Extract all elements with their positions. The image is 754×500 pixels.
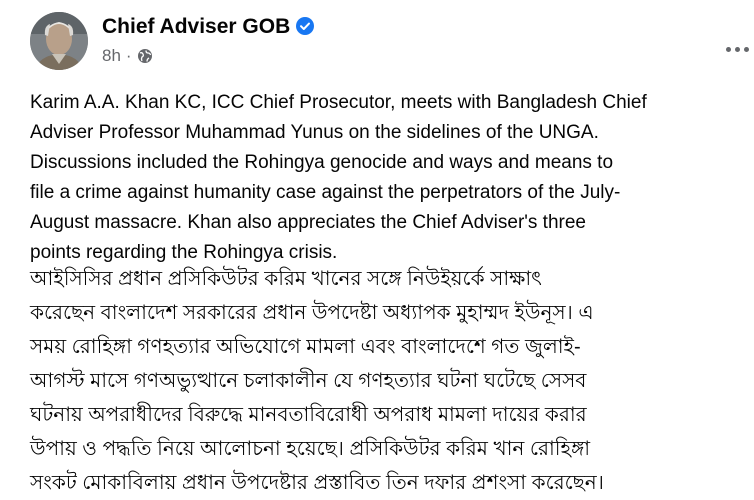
english-line: Discussions included the Rohingya genoci…: [30, 152, 614, 173]
bangla-line: সময় রোহিঙ্গা গণহত্যার অভিযোগে মামলা এবং…: [30, 336, 581, 358]
post-text-bangla: আইসিসির প্রধান প্রসিকিউটর করিম খানের সঙ্…: [30, 262, 746, 500]
facebook-post: Chief Adviser GOB 8h · Karim A.A. Khan KC…: [0, 0, 754, 499]
bangla-line: সংকট মোকাবিলায় প্রধান উপদেষ্টার প্রস্তা…: [30, 472, 604, 494]
post-meta: 8h ·: [102, 46, 153, 66]
bangla-line: উপায় ও পদ্ধতি নিয়ে আলোচনা হয়েছে। প্রস…: [30, 438, 591, 460]
more-dot: [725, 46, 731, 52]
english-line: Karim A.A. Khan KC, ICC Chief Prosecutor…: [30, 92, 647, 113]
globe-icon[interactable]: [137, 48, 153, 64]
meta-separator: ·: [125, 46, 132, 65]
more-dot: [743, 46, 749, 52]
bangla-line: করেছেন বাংলাদেশ সরকারের প্রধান উপদেষ্টা …: [30, 302, 594, 324]
avatar-portrait: [30, 12, 88, 70]
more-dot: [734, 46, 740, 52]
author-name-text[interactable]: Chief Adviser GOB: [102, 15, 290, 38]
english-line: August massacre. Khan also appreciates t…: [30, 212, 586, 233]
verified-badge-icon: [296, 17, 315, 35]
english-line: Adviser Professor Muhammad Yunus on the …: [30, 122, 599, 143]
english-line: file a crime against humanity case again…: [30, 182, 621, 203]
post-text-english: Karim A.A. Khan KC, ICC Chief Prosecutor…: [30, 88, 746, 268]
post-timestamp[interactable]: 8h: [102, 46, 121, 65]
more-options-button[interactable]: [720, 35, 754, 63]
author-name[interactable]: Chief Adviser GOB: [102, 15, 315, 39]
bangla-line: আইসিসির প্রধান প্রসিকিউটর করিম খানের সঙ্…: [30, 268, 542, 290]
post-header: Chief Adviser GOB 8h ·: [30, 12, 749, 74]
bangla-line: আগস্ট মাসে গণঅভ্যুত্থানে চলাকালীন যে গণহ…: [30, 370, 587, 392]
bangla-line: ঘটনায় অপরাধীদের বিরুদ্ধে মানবতাবিরোধী অ…: [30, 404, 587, 426]
author-avatar[interactable]: [30, 12, 88, 70]
